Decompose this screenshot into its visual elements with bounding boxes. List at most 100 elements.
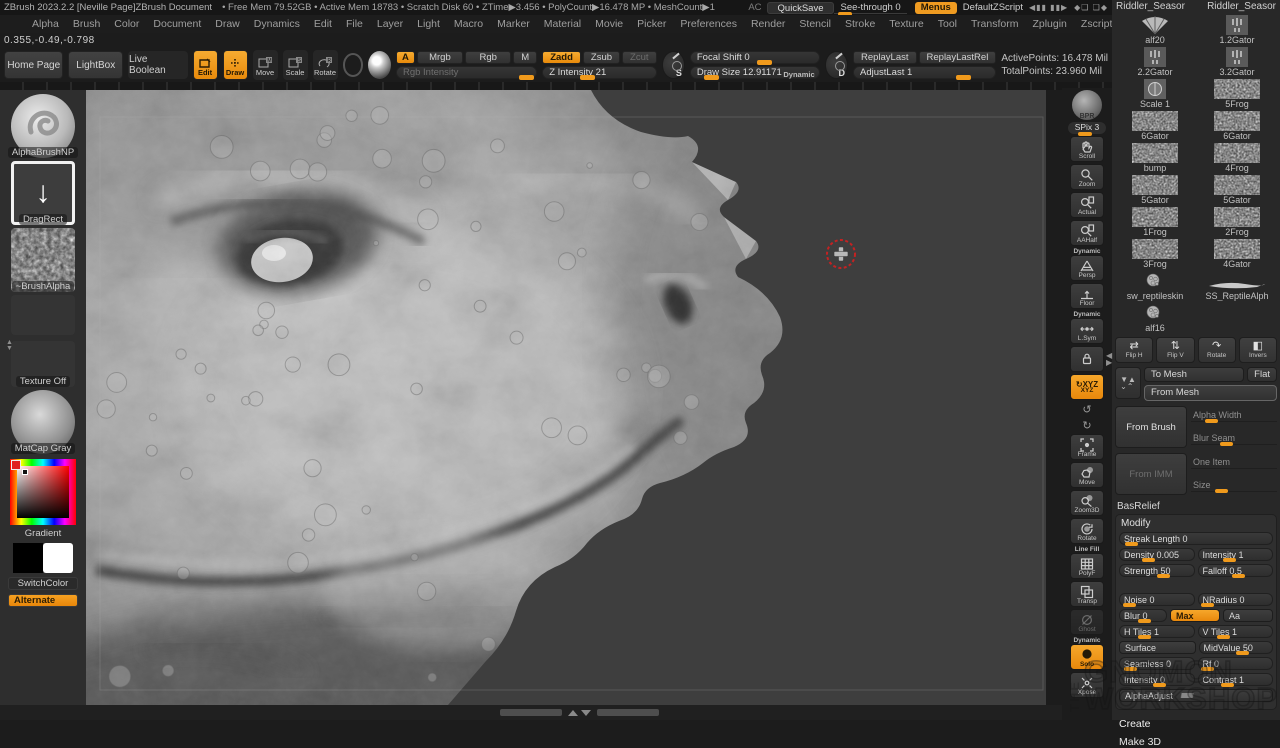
z-intensity-slider[interactable]: Z Intensity 21: [542, 66, 656, 79]
menu-item-alpha[interactable]: Alpha: [26, 17, 65, 31]
max-button[interactable]: Max: [1170, 609, 1220, 622]
bpr-render-button[interactable]: BPR: [1072, 90, 1102, 120]
shelf-item-l-sym[interactable]: DynamicL.Sym: [1070, 311, 1104, 344]
empty-slot[interactable]: [11, 295, 75, 335]
rf-0-slider[interactable]: Rf 0: [1198, 657, 1274, 670]
home-page-button[interactable]: Home Page: [4, 51, 63, 79]
edit-button[interactable]: Edit: [193, 50, 218, 80]
menu-item-document[interactable]: Document: [147, 17, 207, 31]
shelf-item-rotate[interactable]: Rotate: [1070, 518, 1104, 544]
scroll-arrows[interactable]: [568, 710, 591, 716]
menu-item-file[interactable]: File: [340, 17, 369, 31]
strength-50-slider[interactable]: Strength 50: [1119, 564, 1195, 577]
document-canvas[interactable]: [86, 90, 1046, 705]
blur-seam-slider[interactable]: Blur Seam: [1191, 433, 1277, 445]
menu-item-transform[interactable]: Transform: [965, 17, 1024, 31]
menu-item-tool[interactable]: Tool: [932, 17, 963, 31]
v-tiles-1-slider[interactable]: V Tiles 1: [1198, 625, 1274, 638]
scroll-bar-left[interactable]: [500, 709, 562, 716]
intensity-0-slider[interactable]: Intensity 0: [1119, 673, 1195, 686]
zadd-button[interactable]: Zadd: [542, 51, 581, 64]
shelf-item-persp[interactable]: DynamicPersp: [1070, 248, 1104, 281]
from-mesh-button[interactable]: From Mesh: [1144, 385, 1277, 401]
canvas-scroll-control[interactable]: [500, 709, 659, 716]
menu-item-movie[interactable]: Movie: [589, 17, 629, 31]
alpha-item[interactable]: 3Frog: [1115, 237, 1195, 269]
alpha-item[interactable]: bump: [1115, 141, 1195, 173]
alpha-item[interactable]: SS_ReptileAlph: [1197, 269, 1277, 301]
shelf-item-aahalf[interactable]: AAHalf: [1070, 220, 1104, 246]
shelf-item-scroll[interactable]: Scroll: [1070, 136, 1104, 162]
right-tray-divider-handle[interactable]: ◀▶: [1106, 352, 1112, 366]
alpha-item[interactable]: 4Gator: [1197, 237, 1277, 269]
alpha-width-slider[interactable]: Alpha Width: [1191, 410, 1277, 422]
scroll-up-icon[interactable]: [568, 710, 578, 716]
alpha-item[interactable]: 5Gator: [1115, 173, 1195, 205]
zplugin-stamp-icons[interactable]: ◆❑ ❑◆: [1074, 3, 1108, 12]
shelf-item-rot1[interactable]: ↺: [1070, 402, 1104, 416]
shelf-item-xyz[interactable]: ↻XYZXYZ: [1070, 374, 1104, 400]
mrgb-button[interactable]: Mrgb: [417, 51, 463, 64]
adjust-last-slider[interactable]: AdjustLast 1: [853, 66, 996, 79]
shelf-item-zoom[interactable]: Zoom: [1070, 164, 1104, 190]
menu-item-material[interactable]: Material: [538, 17, 587, 31]
streak-length-0-slider[interactable]: Streak Length 0: [1119, 532, 1273, 545]
primary-color-swatch[interactable]: [13, 543, 43, 573]
alpha-item[interactable]: sw_reptileskin: [1115, 269, 1195, 301]
menu-item-stroke[interactable]: Stroke: [839, 17, 881, 31]
h-tiles-1-slider[interactable]: H Tiles 1: [1119, 625, 1195, 638]
midvalue-50-slider[interactable]: MidValue 50: [1199, 641, 1274, 654]
menu-item-render[interactable]: Render: [745, 17, 791, 31]
material-preview-ball[interactable]: [368, 51, 391, 79]
spix-slider[interactable]: SPix 3: [1068, 122, 1106, 134]
alpha-item[interactable]: 2Frog: [1197, 205, 1277, 237]
make-3d-button[interactable]: Make 3D: [1119, 736, 1277, 748]
alpha-item[interactable]: 1.2Gator: [1197, 13, 1277, 45]
alpha-adjust-curve[interactable]: AlphaAdjust: [1119, 689, 1273, 702]
one-item-slider[interactable]: One Item: [1191, 457, 1277, 469]
menu-item-dynamics[interactable]: Dynamics: [248, 17, 306, 31]
color-cursor[interactable]: [22, 469, 28, 475]
replay-last-rel-button[interactable]: ReplayLastRel: [919, 51, 997, 64]
shelf-item-xpose[interactable]: Xpose: [1070, 672, 1104, 698]
midvalue-graph-button[interactable]: ▼▲⌄⌃: [1115, 367, 1141, 399]
tray-divider-icons[interactable]: ◀▮▮ ▮▮▶: [1029, 3, 1068, 12]
shelf-item-zoom3d[interactable]: Zoom3D: [1070, 490, 1104, 516]
shelf-item-actual[interactable]: Actual: [1070, 192, 1104, 218]
tray-dash-divider[interactable]: [0, 82, 1112, 90]
shelf-item-move[interactable]: Move: [1070, 462, 1104, 488]
alpha-item[interactable]: 2.2Gator: [1115, 45, 1195, 77]
scale-button[interactable]: S Scale: [283, 50, 308, 80]
shelf-item-floor[interactable]: Floor: [1070, 283, 1104, 309]
left-tray-divider-handle[interactable]: ▲▼: [6, 340, 13, 352]
alpha-item[interactable]: 6Gator: [1115, 109, 1195, 141]
see-through-slider[interactable]: See-through 0: [834, 2, 906, 14]
alpha-item[interactable]: 5Gator: [1197, 173, 1277, 205]
scroll-down-icon[interactable]: [581, 710, 591, 716]
menu-item-brush[interactable]: Brush: [67, 17, 106, 31]
falloff-0-5-slider[interactable]: Falloff 0.5: [1198, 564, 1274, 577]
alpha-item[interactable]: Scale 1: [1115, 77, 1195, 109]
menu-item-stencil[interactable]: Stencil: [793, 17, 837, 31]
menu-item-picker[interactable]: Picker: [631, 17, 672, 31]
from-imm-button[interactable]: From IMM: [1115, 453, 1187, 495]
draw-size-slider[interactable]: Draw Size 12.91171Dynamic: [690, 66, 820, 79]
menus-button[interactable]: Menus: [915, 2, 957, 14]
nradius-0-slider[interactable]: NRadius 0: [1198, 593, 1274, 606]
alpha-item[interactable]: alf16: [1115, 301, 1195, 333]
stroke-preview-icon[interactable]: [343, 53, 363, 77]
stroke-dial-s[interactable]: S: [662, 51, 685, 79]
shelf-item-transp[interactable]: Transp: [1070, 581, 1104, 607]
shelf-item-rot2[interactable]: ↻: [1070, 418, 1104, 432]
blur-0-slider[interactable]: Blur 0: [1119, 609, 1167, 622]
rgb-button[interactable]: Rgb: [465, 51, 511, 64]
scroll-bar-right[interactable]: [597, 709, 659, 716]
live-boolean-button[interactable]: Live Boolean: [128, 51, 187, 79]
alpha-item[interactable]: 1Frog: [1115, 205, 1195, 237]
surface-button[interactable]: Surface: [1119, 641, 1196, 654]
shelf-item-lock[interactable]: [1070, 346, 1104, 372]
inverse-alpha-button[interactable]: ◧Invers: [1239, 337, 1277, 363]
shelf-item-spix-3[interactable]: SPix 3: [1068, 122, 1106, 134]
shelf-item-polyf[interactable]: Line FillPolyF: [1070, 546, 1104, 579]
color-picker[interactable]: [10, 459, 76, 525]
